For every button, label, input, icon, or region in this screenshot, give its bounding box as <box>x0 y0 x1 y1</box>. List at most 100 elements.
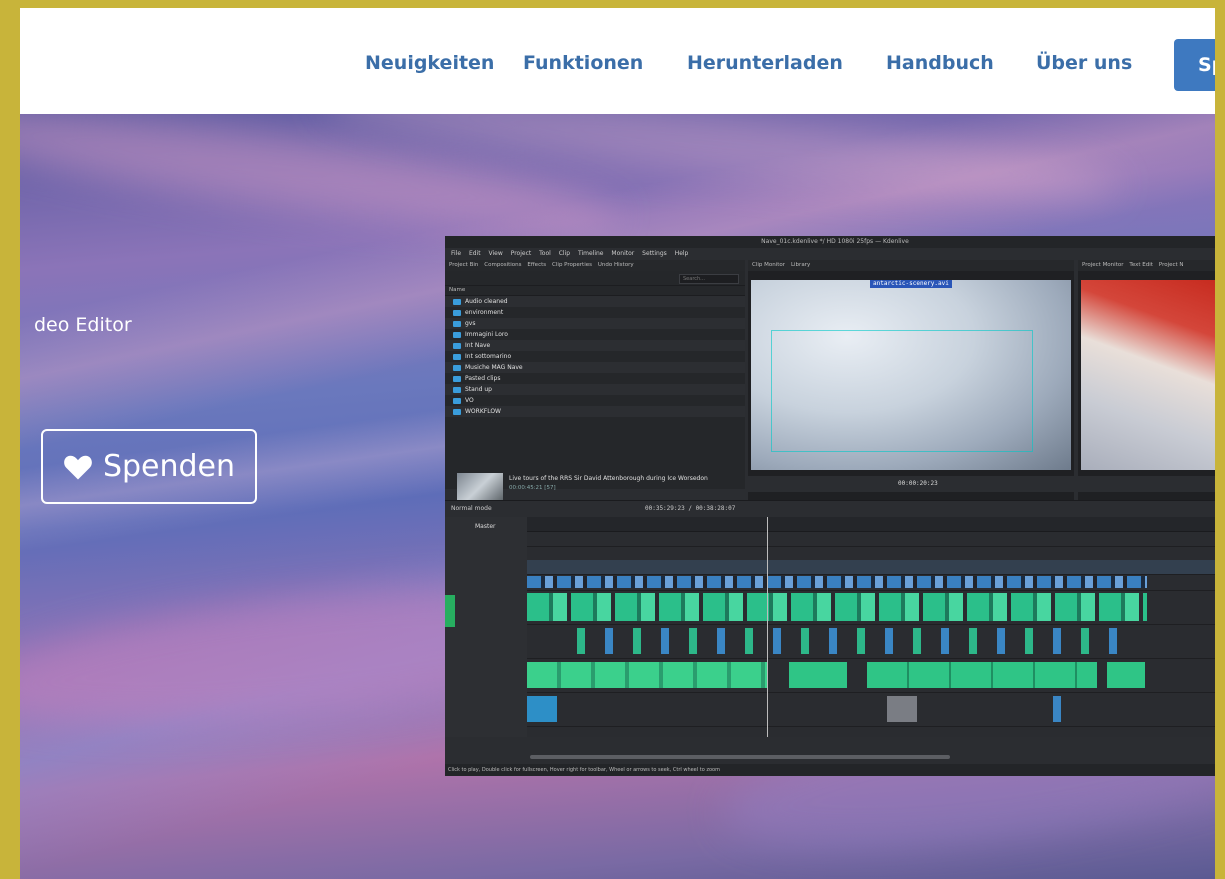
folder-item: Immagini Loro <box>445 329 745 340</box>
folder-item: WORKFLOW <box>445 406 745 417</box>
donate-label: Spenden <box>102 449 236 484</box>
clip-monitor-video <box>751 280 1071 470</box>
top-navbar: Neuigkeiten Funktionen Herunterladen Han… <box>20 8 1215 114</box>
menu-item: Edit <box>468 250 481 257</box>
timeline-tracks <box>527 532 1215 737</box>
nav-link-download[interactable]: Herunterladen <box>687 52 843 74</box>
track-row <box>527 624 1215 659</box>
audio-clips <box>1107 662 1145 688</box>
tab-clip-properties: Clip Properties <box>552 262 592 268</box>
timeline-ruler <box>527 517 1215 532</box>
project-monitor-tabs: Project Monitor Text Edit Project N <box>1078 260 1215 271</box>
nav-link-features[interactable]: Funktionen <box>523 52 643 74</box>
project-monitor-video <box>1081 280 1215 470</box>
audio-clips <box>1053 696 1061 722</box>
menu-item: Clip <box>558 250 571 257</box>
folder-icon <box>453 386 461 393</box>
timeline-playhead <box>767 517 768 737</box>
hero-section: deo Editor Spenden Nave_01c.kdenlive */ … <box>20 114 1215 879</box>
menu-item: File <box>451 250 462 257</box>
tab-undo-history: Undo History <box>597 262 634 268</box>
bin-search-field: Search... <box>679 274 739 284</box>
timeline-toolbar: Normal mode 00:35:29:23 / 00:38:28:07 <box>445 500 1215 518</box>
kdenlive-screenshot: Nave_01c.kdenlive */ HD 1080i 25fps — Kd… <box>445 236 1215 776</box>
folder-item: VO <box>445 395 745 406</box>
folder-item: Int Nave <box>445 340 745 351</box>
folder-icon <box>453 331 461 338</box>
project-monitor-controls <box>1078 476 1215 492</box>
menu-item: View <box>488 250 503 257</box>
timeline-scrollbar <box>530 755 950 759</box>
audio-clips <box>527 662 767 688</box>
tab-text-edit: Text Edit <box>1129 262 1153 268</box>
page-frame: Neuigkeiten Funktionen Herunterladen Han… <box>20 8 1215 879</box>
clip-monitor-filename: antarctic-scenery.avi <box>870 280 952 288</box>
timeline-mode: Normal mode <box>451 505 492 512</box>
timeline-timecode: 00:35:29:23 / 00:38:28:07 <box>645 505 736 512</box>
donate-button[interactable]: Spenden <box>41 429 257 504</box>
audio-clips <box>527 593 1147 621</box>
bin-clip-item: Live tours of the RRS Sir David Attenbor… <box>453 471 738 501</box>
menu-bar: File Edit View Project Tool Clip Timelin… <box>445 248 1215 260</box>
nav-link-manual[interactable]: Handbuch <box>886 52 994 74</box>
track-row <box>527 590 1215 625</box>
tab-effects: Effects <box>527 262 547 268</box>
track-row <box>527 546 1215 561</box>
nav-link-about[interactable]: Über uns <box>1036 52 1132 74</box>
bin-toolbar: Search... <box>445 271 745 286</box>
folder-item: Musiche MAG Nave <box>445 362 745 373</box>
menu-item: Settings <box>642 250 667 257</box>
tab-library: Library <box>790 262 811 268</box>
track-row <box>527 574 1215 591</box>
folder-icon <box>453 309 461 316</box>
clip-monitor-timecode: 00:00:20:23 <box>898 480 938 487</box>
left-panel-tabs: Project Bin Compositions Effects Clip Pr… <box>445 260 745 271</box>
clip-title: Live tours of the RRS Sir David Attenbor… <box>509 475 708 482</box>
menu-item: Monitor <box>611 250 635 257</box>
window-title: Nave_01c.kdenlive */ HD 1080i 25fps — Kd… <box>445 236 1215 248</box>
tab-project-bin: Project Bin <box>449 262 479 268</box>
status-bar: Click to play, Double click for fullscre… <box>445 764 1215 776</box>
tab-project-monitor: Project Monitor <box>1082 262 1124 268</box>
track-row <box>527 658 1215 693</box>
menu-item: Timeline <box>577 250 604 257</box>
folder-icon <box>453 298 461 305</box>
hero-subtitle: deo Editor <box>34 314 132 336</box>
tab-project-notes: Project N <box>1158 262 1184 268</box>
clip-monitor-tabs: Clip Monitor Library <box>748 260 1074 271</box>
menu-item: Tool <box>539 250 551 257</box>
folder-item: Stand up <box>445 384 745 395</box>
audio-clips <box>867 662 1097 688</box>
nav-link-news[interactable]: Neuigkeiten <box>365 52 494 74</box>
folder-icon <box>453 375 461 382</box>
project-bin: Search... Name Audio cleaned environment… <box>445 271 745 501</box>
menu-item: Project <box>510 250 532 257</box>
clip-monitor-controls: 00:00:20:23 <box>748 476 1074 492</box>
folder-icon <box>453 408 461 415</box>
folder-item: Pasted clips <box>445 373 745 384</box>
clip-thumbnail <box>457 473 503 501</box>
heart-icon <box>64 455 92 479</box>
tab-compositions: Compositions <box>484 262 522 268</box>
master-label: Master <box>475 523 496 530</box>
folder-item: Int sottomarino <box>445 351 745 362</box>
folder-icon <box>453 364 461 371</box>
folder-list: Audio cleaned environment gvs Immagini L… <box>445 296 745 417</box>
clip-monitor: Clip Monitor Library antarctic-scenery.a… <box>748 260 1074 500</box>
donate-cta-button[interactable]: Sp <box>1174 39 1215 91</box>
menu-item: Help <box>674 250 689 257</box>
audio-clips <box>557 628 1137 654</box>
folder-icon <box>453 397 461 404</box>
folder-item: gvs <box>445 318 745 329</box>
track-row <box>527 532 1215 547</box>
track-headers: Master <box>445 517 527 737</box>
project-monitor: Project Monitor Text Edit Project N <box>1078 260 1215 500</box>
tab-clip-monitor: Clip Monitor <box>752 262 786 268</box>
track-row <box>527 560 1215 575</box>
audio-clips <box>527 696 557 722</box>
active-track-marker <box>445 595 455 627</box>
text-clip <box>887 696 917 722</box>
bin-column-header: Name <box>445 286 745 296</box>
clip-duration: 00:00:45:21 [57] <box>509 485 556 491</box>
folder-item: Audio cleaned <box>445 296 745 307</box>
